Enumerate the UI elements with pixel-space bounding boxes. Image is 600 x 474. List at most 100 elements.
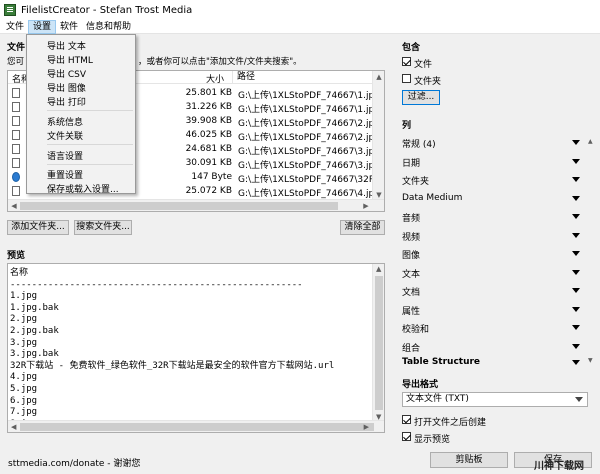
file-size: 25.801 KB (185, 88, 232, 98)
column-group-row[interactable]: 文本 (402, 264, 582, 282)
file-size: 46.025 KB (185, 130, 232, 140)
app-icon (4, 4, 16, 16)
column-group-row[interactable]: Data Medium (402, 190, 582, 208)
file-size: 147 Byte (191, 172, 232, 182)
add-folder-button[interactable]: 添加文件夹... (7, 220, 69, 235)
menu-export-csv[interactable]: 导出 CSV (47, 67, 86, 80)
preview-hscroll[interactable]: ◀ ▶ (8, 420, 384, 432)
file-list-vscroll[interactable]: ▲ ▼ (372, 71, 384, 201)
chevron-down-icon[interactable] (572, 288, 580, 293)
preview-line: 32R下载站 - 免费软件_绿色软件_32R下载站是最安全的软件官方下载网站.u… (10, 360, 335, 371)
menu-software[interactable]: 软件 (56, 20, 82, 34)
column-group-row[interactable]: 常规 (4) (402, 134, 582, 152)
column-group-row[interactable]: 组合 (402, 338, 582, 356)
chevron-down-icon[interactable] (572, 360, 580, 365)
menu-separator (47, 110, 133, 111)
menu-save-load-settings[interactable]: 保存或载入设置... (47, 182, 119, 195)
chevron-down-icon[interactable] (572, 343, 580, 349)
clipboard-button[interactable]: 剪贴板 (430, 452, 508, 468)
column-group-row[interactable]: 音频 (402, 208, 582, 226)
column-group-label: 日期 (402, 158, 421, 169)
chevron-down-icon[interactable] (572, 232, 580, 238)
clear-all-button[interactable]: 清除全部 (340, 220, 385, 235)
column-size-header[interactable]: 大小 (206, 72, 224, 85)
hscroll-thumb[interactable] (20, 202, 338, 210)
chevron-down-icon[interactable] (572, 306, 580, 312)
columns-scroll-down-icon[interactable]: ▼ (588, 357, 593, 364)
columns-scroll[interactable]: ▲ ▼ (588, 138, 596, 364)
column-group-row[interactable]: 文件夹 (402, 171, 582, 189)
include-label: 包含 (402, 43, 421, 53)
files-label: 文件 (7, 43, 26, 53)
menu-help[interactable]: 信息和帮助 (82, 20, 135, 34)
app-window: FilelistCreator - Stefan Trost Media 文件 … (0, 0, 600, 474)
column-path-header[interactable]: 路径 (232, 71, 255, 84)
chevron-down-icon[interactable] (572, 214, 580, 219)
preview-box[interactable]: 名称 --------------------------------------… (7, 263, 385, 433)
menu-separator (47, 164, 133, 165)
scroll-left-icon[interactable]: ◀ (8, 200, 20, 211)
menu-system-info[interactable]: 系统信息 (47, 115, 83, 128)
file-icon (12, 144, 20, 154)
column-group-label: 文档 (402, 288, 421, 298)
column-group-row[interactable]: 校验和 (402, 319, 582, 337)
menu-settings[interactable]: 设置 (28, 19, 57, 34)
search-folder-button[interactable]: 搜索文件夹... (74, 220, 132, 235)
file-path: G:\上传\1XLStoPDF_74667\3.jpg (238, 147, 380, 157)
chevron-down-icon[interactable] (572, 195, 580, 201)
file-size: 39.908 KB (185, 116, 232, 126)
menu-file[interactable]: 文件 (2, 20, 28, 34)
scroll-right-icon[interactable]: ▶ (360, 200, 372, 211)
column-group-row[interactable]: 视频 (402, 227, 582, 245)
columns-scroll-up-icon[interactable]: ▲ (588, 138, 593, 145)
file-path: G:\上传\1XLStoPDF_74667\2.jpg (238, 119, 380, 129)
preview-line: 4.jpg (10, 372, 38, 383)
column-group-row[interactable]: Table Structure (402, 354, 582, 372)
include-files-checkbox[interactable] (402, 57, 411, 66)
file-size: 30.091 KB (185, 158, 232, 168)
menu-export-text[interactable]: 导出 文本 (47, 39, 86, 52)
preview-vscroll[interactable]: ▲ ▼ (372, 264, 384, 422)
menu-export-print[interactable]: 导出 打印 (47, 95, 86, 108)
menu-language-settings[interactable]: 语言设置 (47, 149, 83, 162)
chevron-down-icon[interactable] (572, 158, 580, 164)
scroll-up-icon[interactable]: ▲ (373, 71, 384, 83)
show-preview-checkbox[interactable] (402, 432, 411, 441)
donate-link[interactable]: sttmedia.com/donate - 谢谢您 (8, 456, 140, 469)
preview-scroll-up-icon[interactable]: ▲ (376, 265, 381, 273)
open-after-create-checkbox[interactable] (402, 415, 411, 424)
files-hint-prefix: 您可 (7, 57, 25, 67)
status-bar: sttmedia.com/donate - 谢谢您 剪贴板 保存 (0, 448, 600, 474)
file-size: 31.226 KB (185, 102, 232, 112)
column-group-row[interactable]: 文档 (402, 282, 582, 300)
chevron-down-icon[interactable] (572, 269, 580, 275)
include-folders-checkbox[interactable] (402, 74, 411, 83)
export-format-select[interactable]: 文本文件 (TXT) (402, 392, 588, 407)
chevron-down-icon[interactable] (572, 177, 580, 182)
column-group-row[interactable]: 日期 (402, 153, 582, 171)
column-group-label: 文件夹 (402, 177, 430, 187)
preview-scroll-right-icon[interactable]: ▶ (364, 423, 369, 431)
column-group-row[interactable]: 图像 (402, 245, 582, 263)
preview-line: ----------------------------------------… (10, 279, 303, 290)
file-icon (12, 186, 20, 196)
preview-hscroll-thumb[interactable] (20, 423, 374, 431)
chevron-down-icon[interactable] (572, 251, 580, 256)
menu-export-image[interactable]: 导出 图像 (47, 81, 86, 94)
menu-reset-settings[interactable]: 重置设置 (47, 168, 83, 181)
chevron-down-icon[interactable] (572, 140, 580, 145)
filter-button[interactable]: 过滤... (402, 90, 440, 105)
chevron-down-icon (575, 397, 583, 402)
window-title: FilelistCreator - Stefan Trost Media (21, 4, 193, 16)
file-list-hscroll[interactable]: ◀ ▶ (8, 199, 384, 211)
preview-vscroll-thumb[interactable] (375, 276, 383, 410)
menu-file-association[interactable]: 文件关联 (47, 129, 83, 142)
chevron-down-icon[interactable] (572, 325, 580, 330)
menu-export-html[interactable]: 导出 HTML (47, 53, 93, 66)
file-icon (12, 102, 20, 112)
preview-scroll-left-icon[interactable]: ◀ (11, 423, 16, 431)
preview-line: 5.jpg (10, 383, 38, 394)
file-size: 25.072 KB (185, 186, 232, 196)
column-group-row[interactable]: 属性 (402, 301, 582, 319)
preview-text: 名称 --------------------------------------… (10, 268, 334, 430)
